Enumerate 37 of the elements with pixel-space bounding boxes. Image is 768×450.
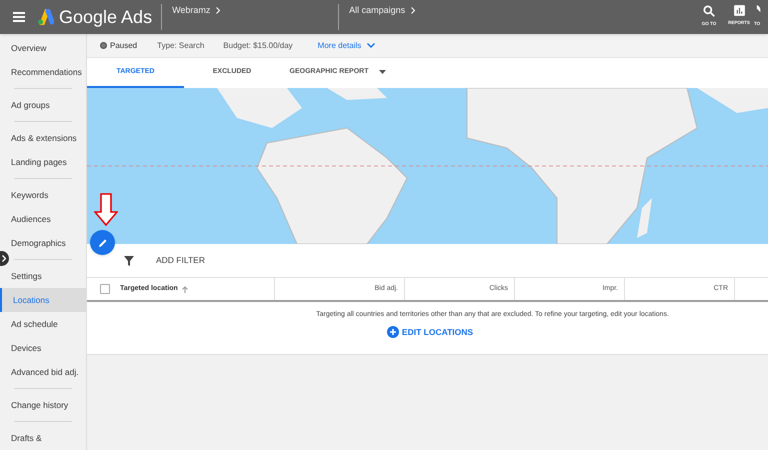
menu-icon[interactable]: [13, 12, 25, 22]
add-circle-icon: [386, 326, 399, 338]
sidebar-item[interactable]: Advanced bid adj.: [0, 360, 86, 384]
chevron-right-icon: [411, 7, 416, 14]
sidebar-item[interactable]: Ad groups: [0, 93, 86, 117]
sidebar-item[interactable]: Settings: [0, 264, 86, 288]
sidebar-item[interactable]: Change history: [0, 393, 86, 417]
campaign-link[interactable]: All campaigns: [349, 4, 406, 18]
sidebar-item[interactable]: Devices: [0, 336, 86, 360]
search-icon: [702, 4, 716, 18]
chevron-right-icon: [216, 7, 220, 14]
chevron-right-icon: [2, 255, 6, 262]
account-link[interactable]: Webramz: [172, 4, 210, 18]
sidebar-item[interactable]: Ad schedule: [0, 312, 86, 336]
sidebar-item[interactable]: Drafts &: [0, 426, 86, 450]
pencil-icon: [98, 238, 108, 248]
filter-icon[interactable]: [124, 256, 134, 266]
sidebar-item[interactable]: Demographics: [0, 231, 86, 255]
down-arrow-icon: [94, 193, 118, 226]
campaign-type: Type: Search: [157, 40, 204, 52]
edit-locations-button[interactable]: EDIT LOCATIONS: [386, 326, 474, 338]
more-details-button[interactable]: More details: [318, 40, 376, 52]
sidebar-item[interactable]: Ads & extensions: [0, 126, 86, 150]
budget-text: Budget: $15.00/day: [223, 40, 293, 52]
sidebar-item[interactable]: Audiences: [0, 207, 86, 231]
sidebar-item[interactable]: Recommendations: [0, 60, 86, 84]
status-dot-icon: [100, 42, 107, 49]
sidebar-item[interactable]: Overview: [0, 36, 86, 60]
product-name: Google Ads: [59, 6, 152, 29]
chevron-down-icon: [367, 43, 376, 48]
status-text: Paused: [110, 40, 138, 52]
checkbox[interactable]: [100, 284, 110, 294]
add-filter-button[interactable]: ADD FILTER: [156, 254, 205, 267]
bar-chart-icon: [732, 4, 746, 17]
sidebar-item[interactable]: Landing pages: [0, 150, 86, 174]
logo-icon: [36, 9, 54, 25]
sidebar-item[interactable]: Keywords: [0, 183, 86, 207]
